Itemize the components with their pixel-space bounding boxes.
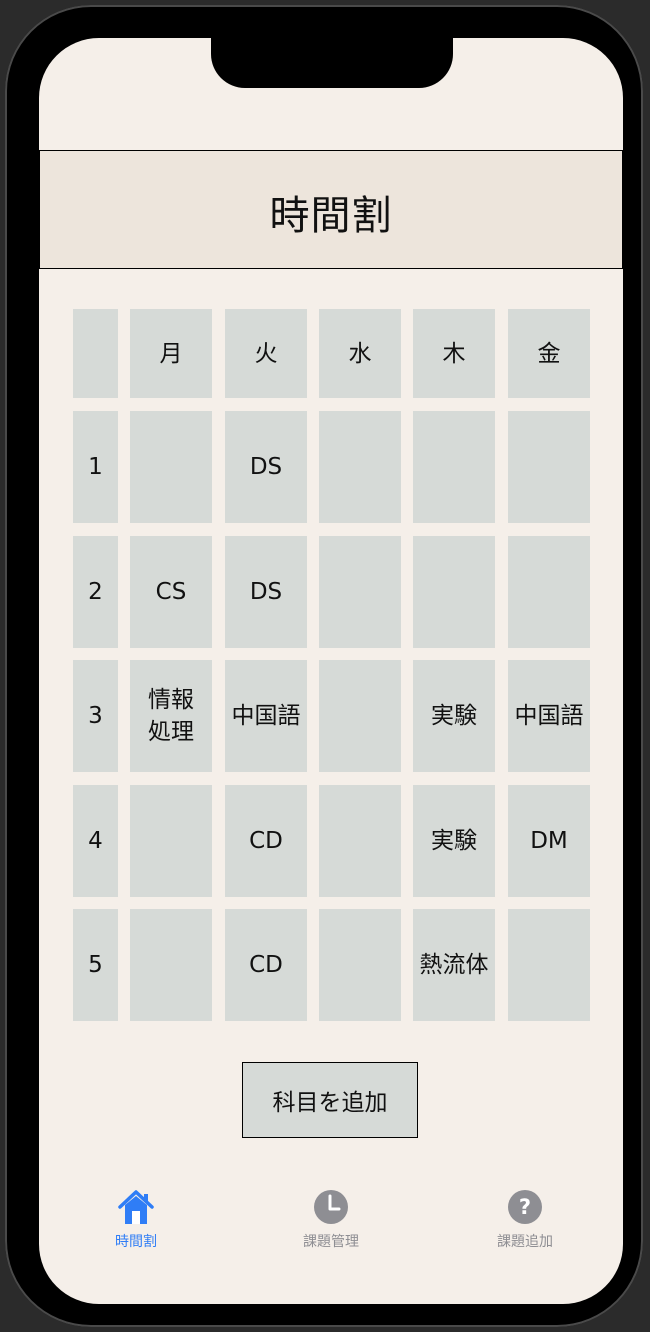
question-icon: ? [508, 1190, 542, 1224]
timetable-cell[interactable]: 実験 [413, 660, 495, 772]
tab-label-assignment-add: 課題追加 [497, 1234, 553, 1250]
timetable-cell[interactable]: 中国語 [225, 660, 307, 772]
tab-label-assignment-management: 課題管理 [303, 1234, 359, 1250]
device-notch [211, 38, 453, 88]
clock-icon [314, 1190, 348, 1224]
period-label: 5 [73, 909, 118, 1021]
timetable-cell[interactable] [319, 411, 401, 523]
header-bar: 時間割 [39, 150, 623, 269]
period-label: 1 [73, 411, 118, 523]
timetable-cell[interactable]: CD [225, 785, 307, 897]
phone-frame: 時間割 月火水木金 1 DS 2 CS DS 3 情報 処理 中国語 実験 中国語 4 CD 実験 DM 5 C… [5, 5, 643, 1327]
day-header: 火 [225, 309, 307, 398]
timetable-cell[interactable]: DS [225, 411, 307, 523]
timetable-cell[interactable] [319, 909, 401, 1021]
timetable-cell[interactable]: CD [225, 909, 307, 1021]
timetable-cell[interactable] [130, 785, 212, 897]
period-label: 3 [73, 660, 118, 772]
timetable-cell[interactable]: CS [130, 536, 212, 648]
house-icon [118, 1190, 154, 1224]
timetable-cell[interactable]: 熱流体 [413, 909, 495, 1021]
day-header: 水 [319, 309, 401, 398]
add-subject-button[interactable]: 科目を追加 [242, 1062, 418, 1138]
corner-cell [73, 309, 118, 398]
timetable-cell[interactable] [508, 411, 590, 523]
tab-timetable[interactable]: 時間割 [76, 1188, 196, 1251]
timetable-cell[interactable]: DS [225, 536, 307, 648]
timetable-cell[interactable] [319, 785, 401, 897]
timetable-cell[interactable] [413, 411, 495, 523]
timetable-cell[interactable]: 中国語 [508, 660, 590, 772]
day-header: 金 [508, 309, 590, 398]
svg-text:?: ? [519, 1195, 531, 1219]
timetable-cell[interactable] [413, 536, 495, 648]
day-header: 月 [130, 309, 212, 398]
app-screen: 時間割 月火水木金 1 DS 2 CS DS 3 情報 処理 中国語 実験 中国語 4 CD 実験 DM 5 C… [39, 38, 623, 1304]
period-label: 2 [73, 536, 118, 648]
timetable-cell[interactable] [319, 660, 401, 772]
timetable-cell[interactable]: DM [508, 785, 590, 897]
period-label: 4 [73, 785, 118, 897]
day-header: 木 [413, 309, 495, 398]
timetable-cell[interactable]: 情報 処理 [130, 660, 212, 772]
timetable-cell[interactable] [319, 536, 401, 648]
timetable-cell[interactable] [130, 909, 212, 1021]
tab-assignment-management[interactable]: 課題管理 [271, 1188, 391, 1251]
page-title: 時間割 [269, 193, 393, 239]
timetable-cell[interactable] [508, 536, 590, 648]
tab-label-timetable: 時間割 [115, 1234, 157, 1250]
tab-assignment-add[interactable]: ? 課題追加 [465, 1188, 585, 1251]
timetable-cell[interactable] [130, 411, 212, 523]
timetable-cell[interactable]: 実験 [413, 785, 495, 897]
timetable-cell[interactable] [508, 909, 590, 1021]
